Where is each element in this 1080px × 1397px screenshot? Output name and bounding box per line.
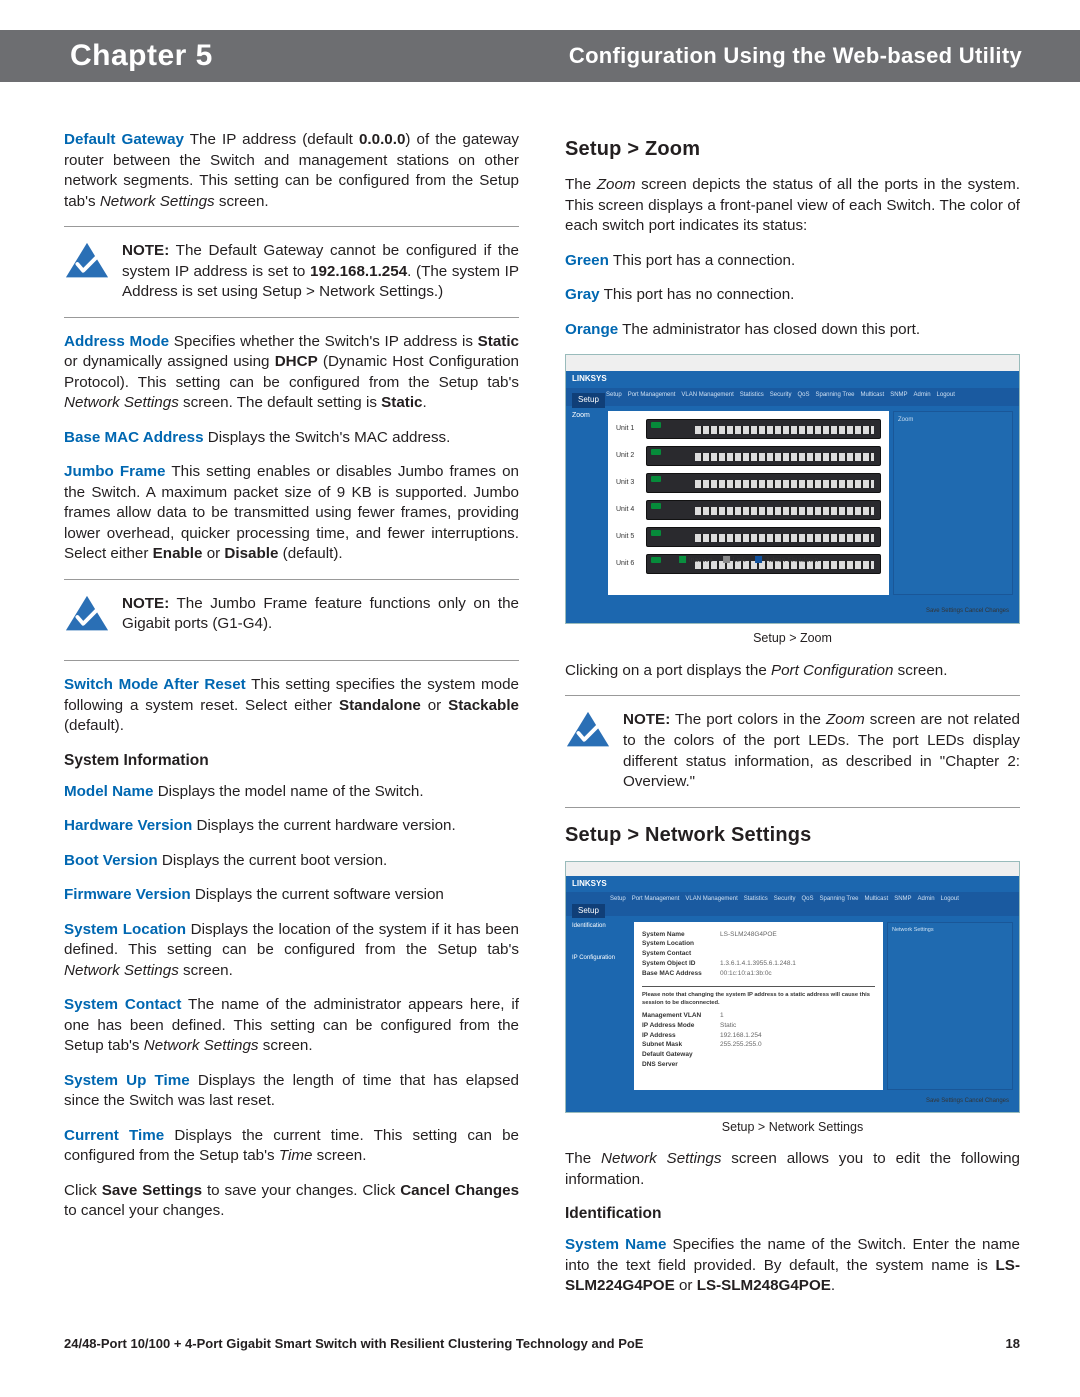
h-setup-network: Setup > Network Settings — [565, 822, 1020, 849]
p-boot-version: Boot Version Displays the current boot v… — [64, 851, 519, 872]
h-setup-zoom: Setup > Zoom — [565, 136, 1020, 163]
p-zoom-click: Clicking on a port displays the Port Con… — [565, 661, 1020, 682]
note-port-colors: NOTE: The port colors in the Zoom screen… — [565, 710, 1020, 792]
p-address-mode: Address Mode Specifies whether the Switc… — [64, 332, 519, 414]
p-system-name: System Name Specifies the name of the Sw… — [565, 1235, 1020, 1297]
note-text: NOTE: The port colors in the Zoom screen… — [623, 710, 1020, 792]
note-text: NOTE: The Jumbo Frame feature functions … — [122, 594, 519, 635]
screenshot-network-settings: LINKSYS SetupPort ManagementVLAN Managem… — [565, 861, 1020, 1113]
note-default-gateway: NOTE: The Default Gateway cannot be conf… — [64, 241, 519, 303]
page-body: Default Gateway The IP address (default … — [0, 82, 1080, 1325]
p-base-mac: Base MAC Address Displays the Switch's M… — [64, 428, 519, 449]
note-check-icon — [64, 594, 110, 647]
left-column: Default Gateway The IP address (default … — [64, 130, 519, 1311]
chapter-title: Configuration Using the Web-based Utilit… — [569, 41, 1022, 71]
note-text: NOTE: The Default Gateway cannot be conf… — [122, 241, 519, 303]
divider — [64, 226, 519, 227]
note-check-icon — [565, 710, 611, 763]
note-check-icon — [64, 241, 110, 294]
divider — [565, 695, 1020, 696]
chapter-label: Chapter 5 — [70, 36, 213, 77]
p-hardware-version: Hardware Version Displays the current ha… — [64, 816, 519, 837]
p-color-orange: Orange The administrator has closed down… — [565, 320, 1020, 341]
h-system-info: System Information — [64, 751, 519, 772]
caption-zoom: Setup > Zoom — [565, 630, 1020, 647]
p-model-name: Model Name Displays the model name of th… — [64, 782, 519, 803]
p-net-intro: The Network Settings screen allows you t… — [565, 1149, 1020, 1190]
p-color-green: Green This port has a connection. — [565, 251, 1020, 272]
chapter-header: Chapter 5 Configuration Using the Web-ba… — [0, 30, 1080, 82]
p-zoom-intro: The Zoom screen depicts the status of al… — [565, 175, 1020, 237]
h-identification: Identification — [565, 1204, 1020, 1225]
right-column: Setup > Zoom The Zoom screen depicts the… — [565, 130, 1020, 1311]
p-default-gateway: Default Gateway The IP address (default … — [64, 130, 519, 212]
p-jumbo-frame: Jumbo Frame This setting enables or disa… — [64, 462, 519, 565]
p-system-location: System Location Displays the location of… — [64, 920, 519, 982]
note-jumbo: NOTE: The Jumbo Frame feature functions … — [64, 594, 519, 647]
divider — [64, 317, 519, 318]
p-firmware-version: Firmware Version Displays the current so… — [64, 885, 519, 906]
p-color-gray: Gray This port has no connection. — [565, 285, 1020, 306]
p-switch-mode: Switch Mode After Reset This setting spe… — [64, 675, 519, 737]
footer-page-number: 18 — [1006, 1335, 1020, 1353]
divider — [565, 807, 1020, 808]
p-current-time: Current Time Displays the current time. … — [64, 1126, 519, 1167]
p-system-contact: System Contact The name of the administr… — [64, 995, 519, 1057]
footer-product: 24/48-Port 10/100 + 4-Port Gigabit Smart… — [64, 1335, 643, 1353]
page-footer: 24/48-Port 10/100 + 4-Port Gigabit Smart… — [0, 1325, 1080, 1379]
p-save-cancel: Click Save Settings to save your changes… — [64, 1181, 519, 1222]
p-system-uptime: System Up Time Displays the length of ti… — [64, 1071, 519, 1112]
caption-network: Setup > Network Settings — [565, 1119, 1020, 1136]
screenshot-zoom: LINKSYS SetupPort ManagementVLAN Managem… — [565, 354, 1020, 624]
divider — [64, 579, 519, 580]
divider — [64, 660, 519, 661]
